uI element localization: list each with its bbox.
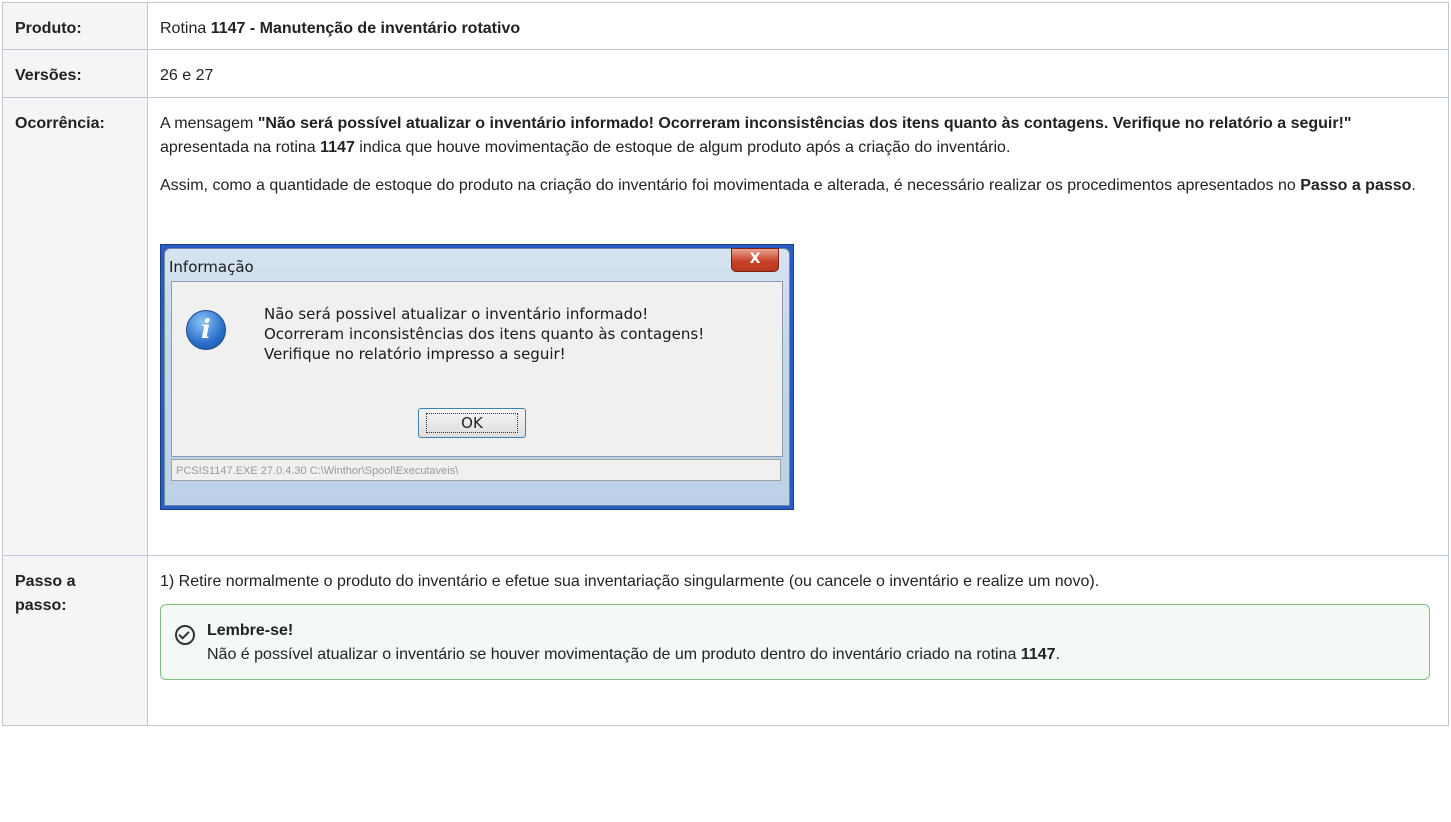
ocorrencia-paragraph-1: A mensagem "Não será possível atualizar … [160,112,1438,160]
text-span: apresentada na rotina [160,139,321,156]
value-passo: 1) Retire normalmente o produto do inven… [147,555,1449,726]
value-versoes: 26 e 27 [147,49,1449,98]
label-ocorrencia: Ocorrência: [2,97,148,556]
dialog-line-1: Não será possivel atualizar o inventário… [264,305,649,323]
label-passo: Passo a passo: [2,555,148,726]
value-produto: Rotina 1147 - Manutenção de inventário r… [147,2,1449,50]
value-ocorrencia: A mensagem "Não será possível atualizar … [147,97,1449,556]
text-span: . [1055,646,1060,663]
text-span: Assim, como a quantidade de estoque do p… [160,177,1301,194]
tip-text: Não é possível atualizar o inventário se… [207,643,1415,667]
text-span: A mensagem [160,115,258,132]
dialog-line-2: Ocorreram inconsistências dos itens quan… [264,325,705,343]
tip-title: Lembre-se! [207,622,294,639]
dialog-body: i Não será possivel atualizar o inventár… [171,281,783,457]
row-passo-a-passo: Passo a passo: 1) Retire normalmente o pr… [2,555,1449,726]
text-span: . [1411,177,1416,194]
row-produto: Produto: Rotina 1147 - Manutenção de inv… [2,2,1449,50]
error-message-quote: "Não será possível atualizar o inventári… [257,115,1352,132]
rotina-number: 1147 [320,139,355,156]
close-icon: X [731,248,779,272]
rotina-number: 1147 [1020,646,1056,663]
label-passo-line-1: Passo a [15,573,76,590]
produto-prefix: Rotina [160,20,211,37]
passo-a-passo-link: Passo a passo [1300,177,1412,194]
dialog-title: Informação [169,258,254,276]
info-table: Produto: Rotina 1147 - Manutenção de inv… [2,2,1449,726]
ocorrencia-paragraph-2: Assim, como a quantidade de estoque do p… [160,174,1438,198]
tip-box: Lembre-se! Não é possível atualizar o in… [160,604,1430,680]
check-circle-icon [175,625,195,645]
dialog-window: Informação X i Não será possivel atualiz… [164,248,790,506]
text-span: indica que houve movimentação de estoque… [354,139,1011,156]
row-versoes: Versões: 26 e 27 [2,49,1449,98]
label-passo-line-2: passo: [15,597,67,614]
label-versoes: Versões: [2,49,148,98]
dialog-screenshot: Informação X i Não será possivel atualiz… [160,244,794,510]
ok-label: OK [426,413,518,433]
step-1: 1) Retire normalmente o produto do inven… [160,573,1100,590]
ok-button: OK [418,408,526,438]
text-span: Não é possível atualizar o inventário se… [207,646,1021,663]
produto-name: 1147 - Manutenção de inventário rotativo [210,20,521,37]
dialog-status-bar: PCSIS1147.EXE 27.0.4.30 C:\Winthor\Spool… [171,459,781,481]
row-ocorrencia: Ocorrência: A mensagem "Não será possíve… [2,97,1449,556]
label-produto: Produto: [2,2,148,50]
dialog-message: Não será possivel atualizar o inventário… [264,304,704,364]
info-icon: i [186,310,226,350]
dialog-line-3: Verifique no relatório impresso a seguir… [264,345,566,363]
